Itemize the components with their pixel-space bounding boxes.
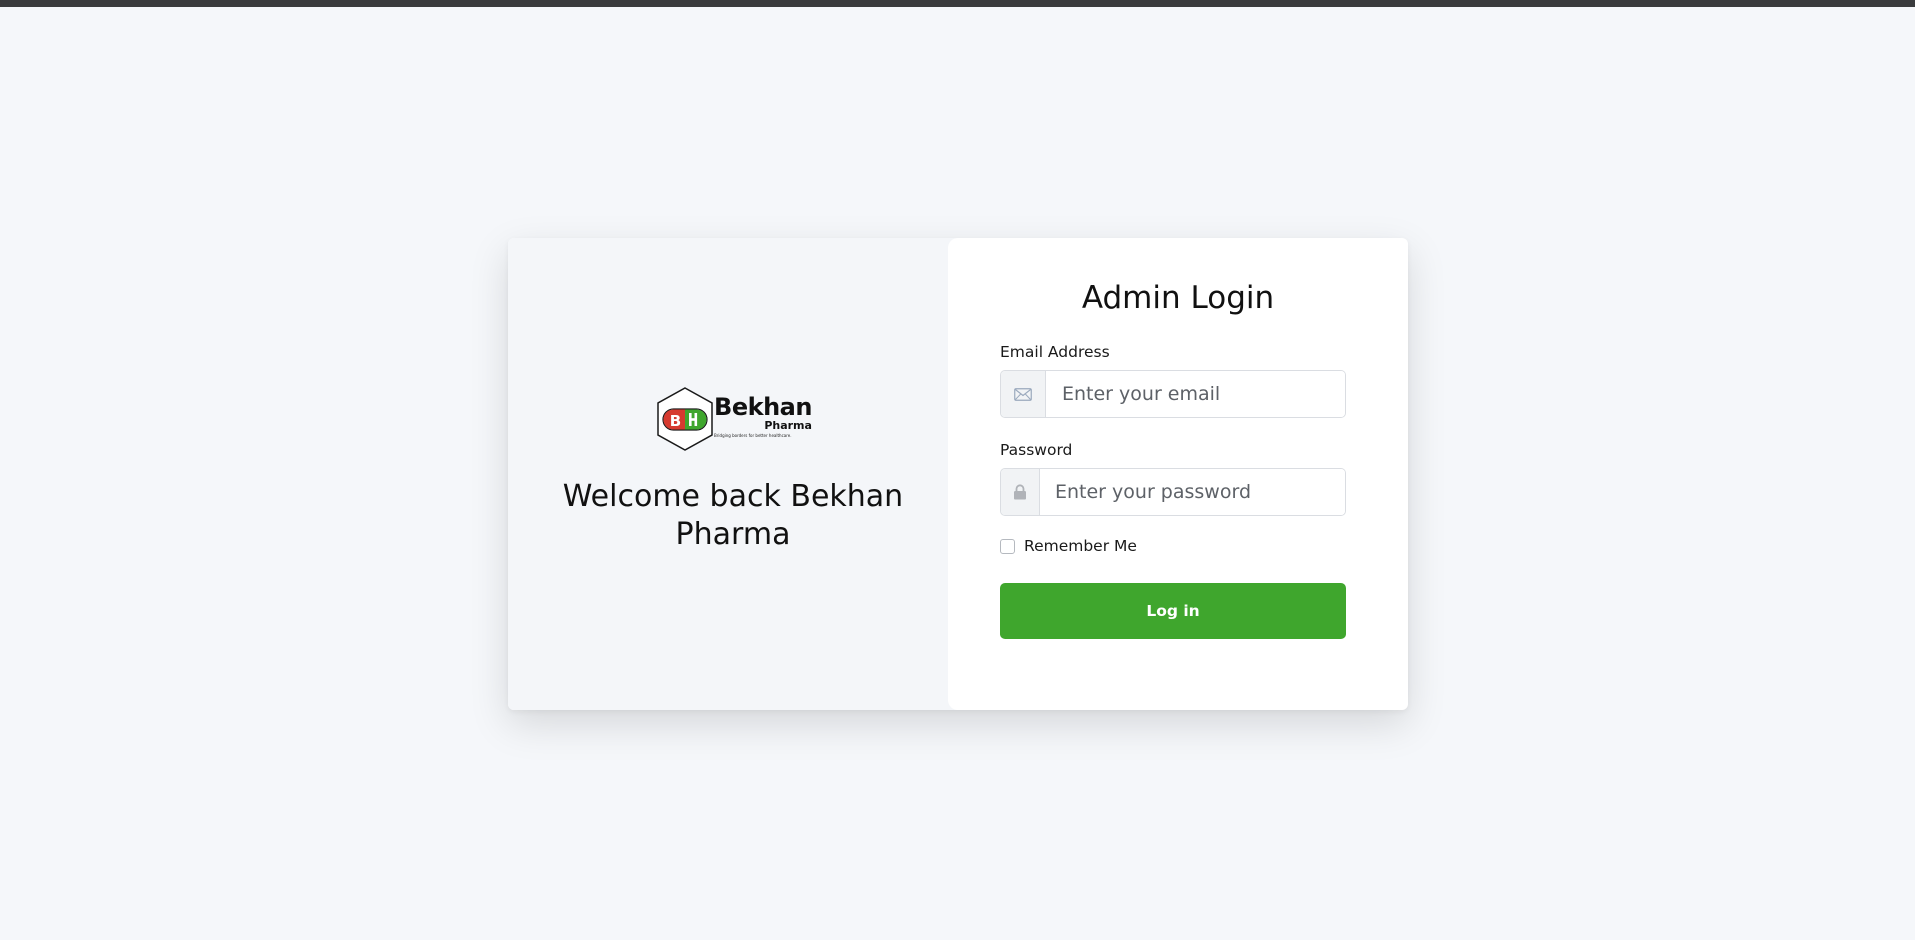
- lock-icon-glyph: [1014, 484, 1026, 500]
- browser-top-bar: [0, 0, 1915, 7]
- logo-hexagon-icon: B: [657, 387, 713, 451]
- email-input-group: [1000, 370, 1346, 418]
- logo-brand: Bekhan: [714, 392, 812, 421]
- lock-icon: [1001, 469, 1040, 515]
- password-input-group: [1000, 468, 1346, 516]
- mail-icon-glyph: [1014, 387, 1032, 401]
- login-button[interactable]: Log in: [1000, 583, 1346, 639]
- password-label: Password: [1000, 441, 1073, 459]
- bekhan-pharma-logo: B Bekhan Pharma Bridging borders for bet…: [654, 386, 812, 452]
- logo-subtitle: Pharma: [764, 418, 812, 432]
- login-form-panel: Admin Login Email Address Password: [948, 238, 1398, 710]
- login-card: B Bekhan Pharma Bridging borders for bet…: [508, 238, 1408, 710]
- email-label: Email Address: [1000, 343, 1110, 361]
- welcome-heading: Welcome back Bekhan Pharma: [562, 479, 904, 552]
- remember-me-label[interactable]: Remember Me: [1024, 536, 1137, 556]
- mail-icon: [1001, 371, 1046, 417]
- remember-me-row: Remember Me: [1000, 536, 1346, 556]
- svg-text:B: B: [670, 412, 681, 430]
- remember-me-checkbox[interactable]: [1000, 538, 1015, 554]
- welcome-panel: B Bekhan Pharma Bridging borders for bet…: [508, 238, 958, 710]
- password-field[interactable]: [1040, 469, 1345, 515]
- email-field[interactable]: [1046, 371, 1345, 417]
- logo-wordmark: Bekhan Pharma Bridging borders for bette…: [714, 395, 812, 438]
- logo-tagline: Bridging borders for better healthcare.: [714, 432, 792, 438]
- login-title: Admin Login: [1081, 280, 1275, 316]
